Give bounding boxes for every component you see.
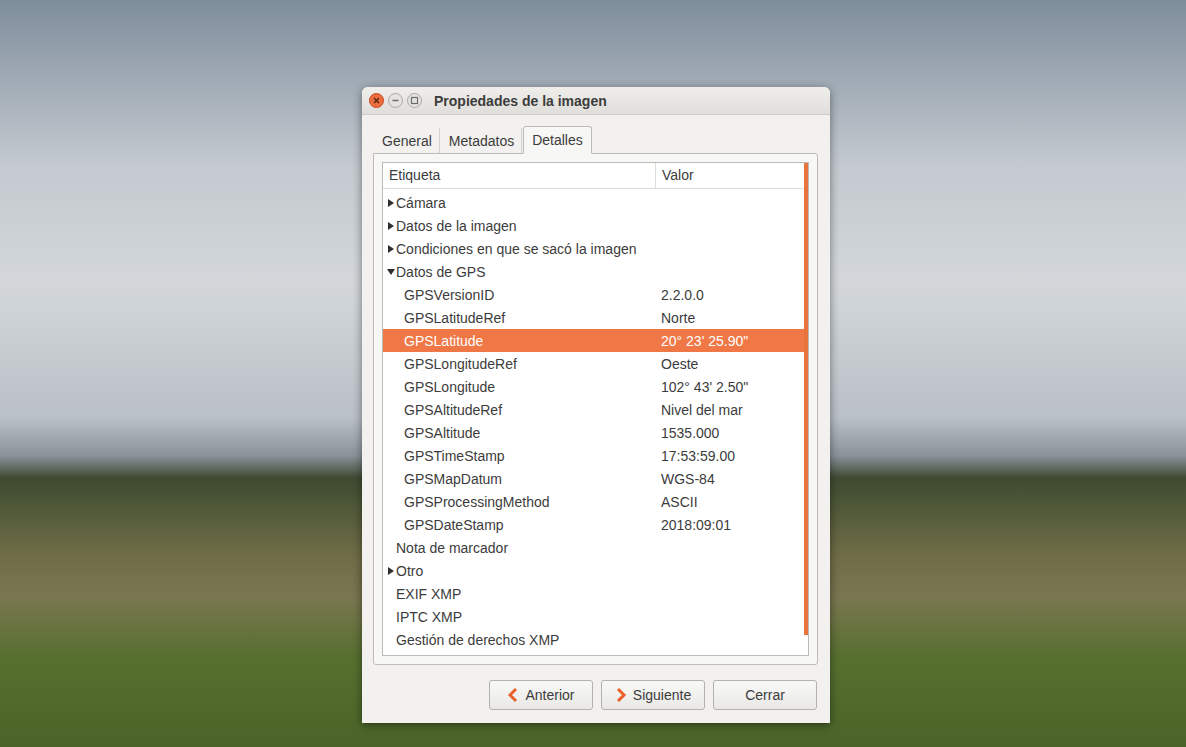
expander-arrow-icon[interactable] (388, 567, 394, 575)
details-panel: EtiquetaValor Cámara Datos de la imagen Con… (373, 153, 818, 665)
item-label: GPSProcessingMethod (383, 494, 657, 510)
tree-body: Cámara Datos de la imagen Condiciones en q… (383, 189, 808, 655)
window-title: Propiedades de la imagen (434, 93, 607, 109)
expander[interactable] (386, 221, 396, 231)
chevron-left-icon (507, 687, 519, 703)
column-header[interactable]: Etiqueta (383, 163, 656, 188)
tree-group-row[interactable]: Gestión de derechos XMP (383, 628, 808, 651)
tab-bar: GeneralMetadatosDetalles (374, 127, 818, 153)
tree-group-row[interactable]: Otro (383, 559, 808, 582)
item-label: GPSVersionID (383, 287, 657, 303)
scrollbar-thumb[interactable] (804, 163, 808, 635)
item-label: GPSLatitude (383, 333, 657, 349)
properties-window: Propiedades de la imagen GeneralMetadatos… (362, 87, 830, 723)
item-value: Oeste (657, 356, 808, 372)
next-button[interactable]: Siguiente (601, 680, 705, 710)
expander[interactable] (386, 244, 396, 254)
item-value: Nivel del mar (657, 402, 808, 418)
group-label: Datos de la imagen (396, 218, 517, 234)
tree-item-row[interactable]: GPSVersionID2.2.0.0 (383, 283, 808, 306)
scrollbar[interactable] (804, 163, 808, 655)
group-label: Nota de marcador (396, 540, 508, 556)
tree-item-row[interactable]: GPSLongitude102° 43' 2.50" (383, 375, 808, 398)
tree-group-row[interactable]: Datos de GPS (383, 260, 808, 283)
expander-arrow-icon[interactable] (388, 245, 394, 253)
tree-group-row[interactable]: IPTC XMP (383, 605, 808, 628)
tree-item-row[interactable]: GPSMapDatumWGS-84 (383, 467, 808, 490)
expander[interactable] (386, 589, 396, 599)
expander[interactable] (386, 198, 396, 208)
expander-arrow-icon[interactable] (388, 199, 394, 207)
tree-item-row[interactable]: GPSDateStamp2018:09:01 (383, 513, 808, 536)
tree-item-row[interactable]: GPSLongitudeRefOeste (383, 352, 808, 375)
tree-group-row[interactable]: Condiciones en que se sacó la imagen (383, 237, 808, 260)
maximize-icon[interactable] (407, 93, 422, 108)
group-label: Gestión de derechos XMP (396, 632, 559, 648)
item-value: 102° 43' 2.50" (657, 379, 808, 395)
group-label: IPTC XMP (396, 609, 462, 625)
close-icon[interactable] (369, 93, 384, 108)
item-value: ASCII (657, 494, 808, 510)
group-label: Cámara (396, 195, 446, 211)
tree-group-row[interactable]: Nota de marcador (383, 536, 808, 559)
tree-item-row[interactable]: GPSAltitude1535.000 (383, 421, 808, 444)
item-label: GPSLongitude (383, 379, 657, 395)
item-value: 20° 23' 25.90" (657, 333, 808, 349)
item-value: 2.2.0.0 (657, 287, 808, 303)
column-header[interactable]: Valor (656, 163, 808, 188)
expander[interactable] (386, 267, 396, 277)
expander-arrow-icon[interactable] (388, 222, 394, 230)
item-value: 1535.000 (657, 425, 808, 441)
item-label: GPSLongitudeRef (383, 356, 657, 372)
tab[interactable]: Metadatos (441, 128, 522, 153)
tree-group-row[interactable]: Cámara (383, 191, 808, 214)
item-label: GPSDateStamp (383, 517, 657, 533)
expander-arrow-icon[interactable] (387, 269, 395, 275)
tab[interactable]: Detalles (523, 126, 592, 154)
chevron-right-icon (615, 687, 627, 703)
group-label: Datos de GPS (396, 264, 486, 280)
group-label: EXIF XMP (396, 586, 461, 602)
tree-item-row[interactable]: GPSTimeStamp17:53:59.00 (383, 444, 808, 467)
tree-item-row[interactable]: GPSLatitude20° 23' 25.90" (383, 329, 808, 352)
item-value: 2018:09:01 (657, 517, 808, 533)
item-value: Norte (657, 310, 808, 326)
previous-button[interactable]: Anterior (489, 680, 593, 710)
tab[interactable]: General (374, 128, 440, 153)
expander[interactable] (386, 612, 396, 622)
desktop: Propiedades de la imagen GeneralMetadatos… (0, 0, 1186, 747)
tree-header: EtiquetaValor (383, 163, 808, 189)
tree-item-row[interactable]: GPSLatitudeRefNorte (383, 306, 808, 329)
button-row: Anterior Siguiente Cerrar (362, 665, 830, 723)
metadata-tree: EtiquetaValor Cámara Datos de la imagen Con… (382, 162, 809, 656)
item-label: GPSMapDatum (383, 471, 657, 487)
tree-item-row[interactable]: GPSProcessingMethodASCII (383, 490, 808, 513)
item-label: GPSAltitudeRef (383, 402, 657, 418)
plain-button[interactable]: Cerrar (713, 680, 817, 710)
item-value: WGS-84 (657, 471, 808, 487)
window-controls (369, 93, 422, 108)
group-label: Condiciones en que se sacó la imagen (396, 241, 637, 257)
item-value: 17:53:59.00 (657, 448, 808, 464)
item-label: GPSAltitude (383, 425, 657, 441)
expander[interactable] (386, 635, 396, 645)
group-label: Otro (396, 563, 423, 579)
minimize-icon[interactable] (388, 93, 403, 108)
title-bar: Propiedades de la imagen (362, 87, 830, 115)
expander[interactable] (386, 566, 396, 576)
item-label: GPSLatitudeRef (383, 310, 657, 326)
tree-group-row[interactable]: Datos de la imagen (383, 214, 808, 237)
tree-item-row[interactable]: GPSAltitudeRefNivel del mar (383, 398, 808, 421)
expander[interactable] (386, 543, 396, 553)
item-label: GPSTimeStamp (383, 448, 657, 464)
tree-group-row[interactable]: EXIF XMP (383, 582, 808, 605)
